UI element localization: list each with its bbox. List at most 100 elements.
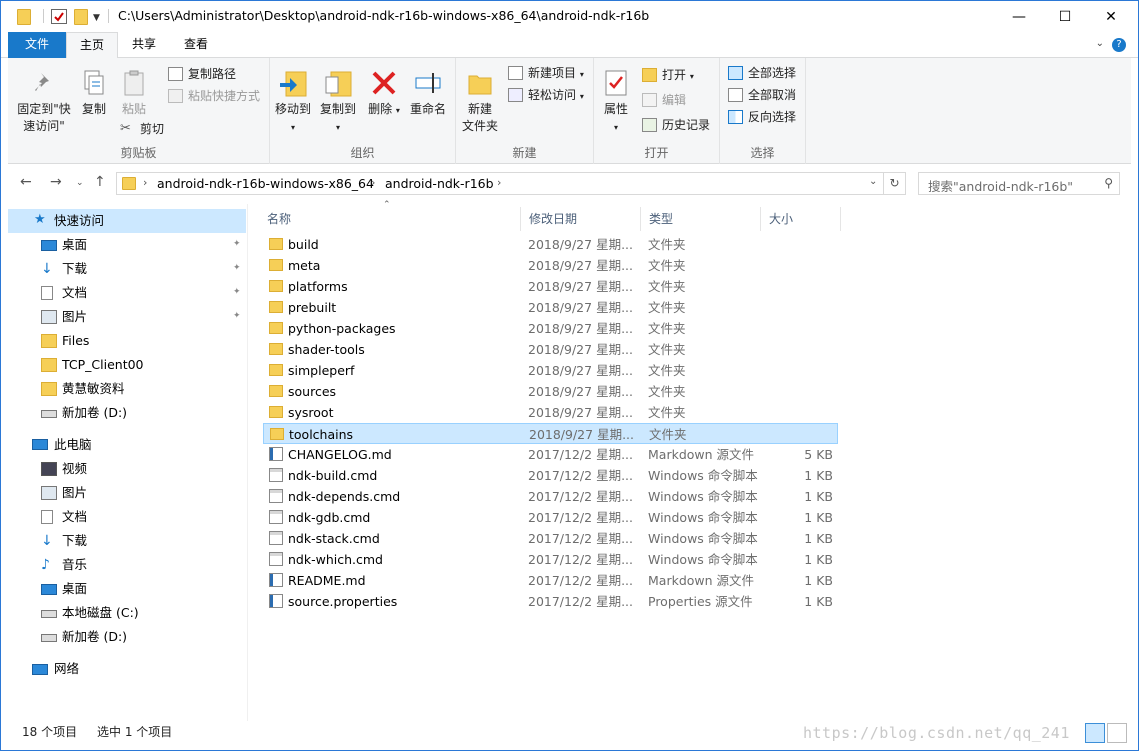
edit-button[interactable]: 编辑: [642, 91, 686, 109]
nav-item[interactable]: ♪ 音乐: [8, 553, 246, 577]
nav-item[interactable]: 桌面 ✦: [8, 233, 246, 257]
nav-item[interactable]: 本地磁盘 (C:): [8, 601, 246, 625]
file-row[interactable]: ndk-which.cmd 2017/12/2 星期... Windows 命令脚本…: [263, 549, 838, 570]
file-row[interactable]: ndk-build.cmd 2017/12/2 星期... Windows 命令脚本…: [263, 465, 838, 486]
nav-item[interactable]: ↓ 下载 ✦: [8, 257, 246, 281]
maximize-button[interactable]: ☐: [1042, 1, 1088, 32]
column-header-name[interactable]: 名称: [259, 207, 521, 231]
details-view-icon[interactable]: [1085, 723, 1105, 743]
pin-icon[interactable]: ✦: [233, 239, 241, 249]
file-row[interactable]: prebuilt 2018/9/27 星期... 文件夹: [263, 297, 838, 318]
large-icons-view-icon[interactable]: [1107, 723, 1127, 743]
cut-button[interactable]: ✂ 剪切: [120, 120, 164, 138]
nav-item[interactable]: 文档 ✦: [8, 281, 246, 305]
search-input[interactable]: 搜索"android-ndk-r16b" ⚲: [918, 172, 1120, 195]
file-type: 文件夹: [648, 300, 686, 315]
file-row[interactable]: sysroot 2018/9/27 星期... 文件夹: [263, 402, 838, 423]
breadcrumb-chevron-icon[interactable]: ›: [371, 176, 375, 189]
breadcrumb-item[interactable]: android-ndk-r16b-windows-x86_64: [157, 176, 374, 191]
new-folder-quick-icon[interactable]: [74, 9, 88, 25]
tab-view[interactable]: 查看: [170, 32, 222, 58]
select-all-button[interactable]: 全部选择: [728, 64, 796, 82]
file-row[interactable]: build 2018/9/27 星期... 文件夹: [263, 234, 838, 255]
nav-item[interactable]: ↓ 下载: [8, 529, 246, 553]
open-button[interactable]: 打开 ▾: [642, 66, 694, 84]
file-row[interactable]: README.md 2017/12/2 星期... Markdown 源文件 1 KB: [263, 570, 838, 591]
quick-access-dropdown-icon[interactable]: ▼: [93, 13, 109, 28]
select-none-button[interactable]: 全部取消: [728, 86, 796, 104]
easy-access-button[interactable]: 轻松访问 ▾: [508, 86, 584, 104]
delete-button[interactable]: 删除 ▾: [368, 68, 400, 119]
breadcrumb-chevron-icon[interactable]: ›: [143, 176, 147, 189]
file-row[interactable]: toolchains 2018/9/27 星期... 文件夹: [263, 423, 838, 444]
nav-item[interactable]: 黄慧敏资料: [8, 377, 246, 401]
new-item-button[interactable]: 新建项目 ▾: [508, 64, 584, 82]
file-name: ndk-depends.cmd: [288, 489, 401, 504]
pin-icon[interactable]: ✦: [233, 263, 241, 273]
invert-selection-button[interactable]: 反向选择: [728, 108, 796, 126]
file-row[interactable]: platforms 2018/9/27 星期... 文件夹: [263, 276, 838, 297]
nav-item[interactable]: 文档: [8, 505, 246, 529]
file-row[interactable]: ndk-gdb.cmd 2017/12/2 星期... Windows 命令脚本 1 …: [263, 507, 838, 528]
nav-item[interactable]: TCP_Client00: [8, 353, 246, 377]
back-arrow-icon[interactable]: ←: [20, 174, 32, 190]
file-date: 2018/9/27 星期...: [529, 427, 634, 442]
nav-item-network[interactable]: 网络: [8, 657, 246, 681]
pin-quick-access-button[interactable]: 固定到"快 速访问": [12, 68, 76, 135]
nav-item[interactable]: Files: [8, 329, 246, 353]
ribbon: 固定到"快 速访问" 复制 粘贴 复制路径 粘贴快捷方式 ✂ 剪切 剪贴板 移动…: [8, 58, 1131, 164]
nav-item[interactable]: 图片: [8, 481, 246, 505]
status-bar: 18 个项目 选中 1 个项目 https://blog.csdn.net/qq…: [8, 721, 1131, 745]
copy-path-button[interactable]: 复制路径: [168, 65, 236, 83]
file-row[interactable]: ndk-stack.cmd 2017/12/2 星期... Windows 命令脚本…: [263, 528, 838, 549]
chevron-down-icon[interactable]: ⌄: [1096, 38, 1104, 49]
forward-arrow-icon[interactable]: →: [50, 174, 62, 190]
file-row[interactable]: sources 2018/9/27 星期... 文件夹: [263, 381, 838, 402]
refresh-icon[interactable]: ↻: [884, 172, 906, 195]
address-dropdown-icon[interactable]: ⌄: [869, 176, 877, 187]
minimize-button[interactable]: —: [996, 1, 1042, 32]
nav-item[interactable]: 桌面: [8, 577, 246, 601]
file-row[interactable]: source.properties 2017/12/2 星期... Properti…: [263, 591, 838, 612]
recent-locations-chevron-icon[interactable]: ⌄: [76, 178, 84, 188]
nav-item[interactable]: 图片 ✦: [8, 305, 246, 329]
nav-item-this-pc[interactable]: 此电脑: [8, 433, 246, 457]
pin-icon[interactable]: ✦: [233, 311, 241, 321]
file-row[interactable]: python-packages 2018/9/27 星期... 文件夹: [263, 318, 838, 339]
file-row[interactable]: meta 2018/9/27 星期... 文件夹: [263, 255, 838, 276]
breadcrumb-item[interactable]: android-ndk-r16b: [385, 176, 494, 191]
file-date: 2017/12/2 星期...: [528, 573, 633, 588]
group-new: 新建 文件夹 新建项目 ▾ 轻松访问 ▾ 新建: [456, 58, 594, 164]
copy-to-button[interactable]: 复制到 ▾: [318, 68, 358, 136]
file-row[interactable]: shader-tools 2018/9/27 星期... 文件夹: [263, 339, 838, 360]
tab-file[interactable]: 文件: [8, 32, 66, 58]
file-row[interactable]: ndk-depends.cmd 2017/12/2 星期... Windows 命令…: [263, 486, 838, 507]
up-arrow-icon[interactable]: ↑: [94, 174, 106, 190]
drive-icon: [41, 610, 57, 618]
address-bar[interactable]: › android-ndk-r16b-windows-x86_64 › andr…: [116, 172, 884, 195]
column-header-size[interactable]: 大小: [761, 207, 841, 231]
help-icon[interactable]: ?: [1112, 38, 1126, 52]
properties-quick-icon[interactable]: [51, 9, 67, 24]
history-button[interactable]: 历史记录: [642, 116, 710, 134]
column-header-date[interactable]: 修改日期: [521, 207, 641, 231]
nav-item[interactable]: 视频: [8, 457, 246, 481]
breadcrumb-chevron-icon[interactable]: ›: [497, 176, 501, 189]
pin-icon[interactable]: ✦: [233, 287, 241, 297]
close-button[interactable]: ✕: [1088, 1, 1134, 32]
new-folder-button[interactable]: 新建 文件夹: [460, 68, 500, 135]
tab-home[interactable]: 主页: [66, 32, 118, 59]
nav-item-quick-access[interactable]: ★ 快速访问: [8, 209, 246, 233]
move-to-button[interactable]: 移动到 ▾: [274, 68, 312, 136]
copy-button[interactable]: 复制: [76, 68, 112, 118]
nav-item[interactable]: 新加卷 (D:): [8, 401, 246, 425]
file-row[interactable]: simpleperf 2018/9/27 星期... 文件夹: [263, 360, 838, 381]
column-header-type[interactable]: 类型: [641, 207, 761, 231]
rename-button[interactable]: 重命名: [406, 68, 450, 118]
paste-button[interactable]: 粘贴: [116, 68, 152, 118]
file-row[interactable]: CHANGELOG.md 2017/12/2 星期... Markdown 源文件 5…: [263, 444, 838, 465]
nav-item[interactable]: 新加卷 (D:): [8, 625, 246, 649]
paste-shortcut-button[interactable]: 粘贴快捷方式: [168, 87, 260, 105]
properties-button[interactable]: 属性 ▾: [598, 68, 634, 136]
tab-share[interactable]: 共享: [118, 32, 170, 58]
